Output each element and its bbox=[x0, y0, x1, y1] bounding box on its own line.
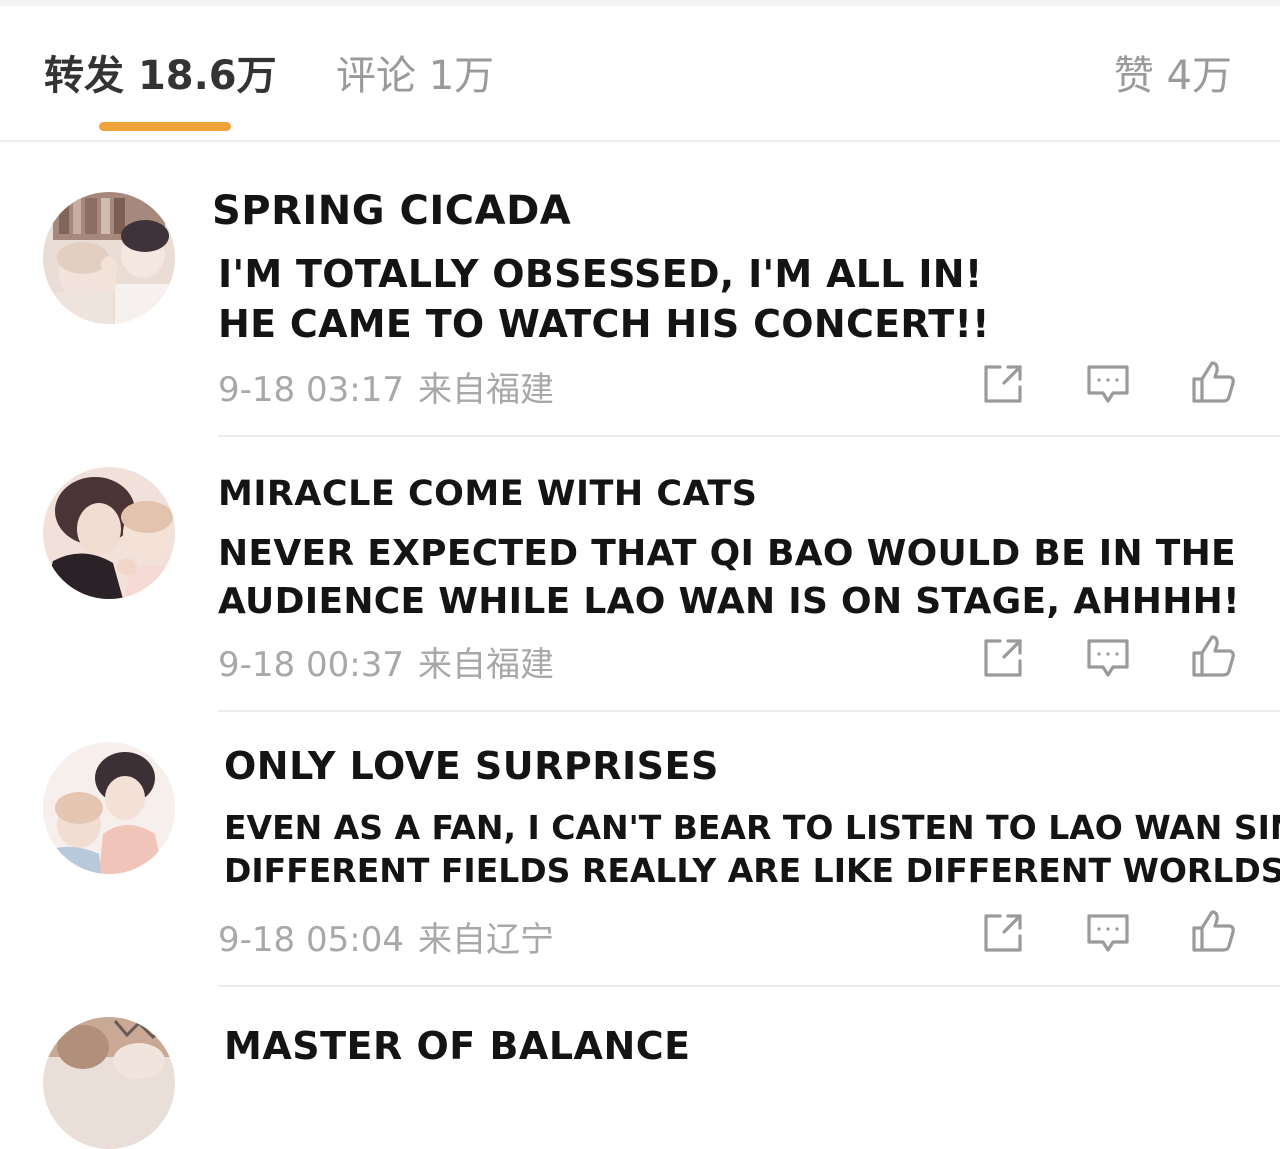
avatar[interactable] bbox=[43, 1017, 175, 1149]
comment-username[interactable]: MASTER OF BALANCE bbox=[224, 1024, 691, 1068]
tab-like[interactable]: 赞 4万 bbox=[1114, 48, 1232, 104]
avatar[interactable] bbox=[43, 467, 175, 599]
tab-repost-count: 18.6万 bbox=[137, 53, 277, 99]
tab-comment-count: 1万 bbox=[428, 53, 495, 99]
share-icon[interactable] bbox=[980, 910, 1026, 956]
comment-text-line: AUDIENCE WHILE LAO WAN IS ON STAGE, AHHH… bbox=[218, 581, 1240, 622]
comment-meta: 9-18 00:37 来自福建 bbox=[218, 637, 554, 686]
comment-divider bbox=[218, 985, 1280, 987]
comment-text-line: EVEN AS A FAN, I CAN'T BEAR TO LISTEN TO… bbox=[224, 808, 1280, 847]
comment-divider bbox=[218, 435, 1280, 437]
tab-repost[interactable]: 转发 18.6万 bbox=[44, 48, 277, 104]
comment-time: 9-18 05:04 bbox=[218, 920, 404, 960]
comment-text-line: HE CAME TO WATCH HIS CONCERT!! bbox=[218, 302, 990, 346]
tab-comment-label: 评论 bbox=[336, 53, 416, 99]
comment-username[interactable]: MIRACLE COME WITH CATS bbox=[218, 474, 757, 514]
comment-icon[interactable] bbox=[1085, 361, 1131, 407]
comment-icon[interactable] bbox=[1085, 635, 1131, 681]
thumbs-up-icon[interactable] bbox=[1190, 908, 1236, 954]
avatar[interactable] bbox=[43, 742, 175, 874]
tab-comment[interactable]: 评论 1万 bbox=[336, 48, 494, 104]
tab-bar: 转发 18.6万 评论 1万 赞 4万 bbox=[0, 6, 1280, 142]
comment-icon[interactable] bbox=[1085, 910, 1131, 956]
comment-time: 9-18 00:37 bbox=[218, 645, 404, 685]
comment-time: 9-18 03:17 bbox=[218, 370, 404, 410]
comment-username[interactable]: SPRING CICADA bbox=[212, 188, 571, 234]
comment-location: 来自辽宁 bbox=[417, 920, 554, 960]
thumbs-up-icon[interactable] bbox=[1190, 359, 1236, 405]
comment-text-line: DIFFERENT FIELDS REALLY ARE LIKE DIFFERE… bbox=[224, 851, 1280, 890]
tab-repost-label: 转发 bbox=[44, 53, 124, 99]
comment-divider bbox=[218, 710, 1280, 712]
share-icon[interactable] bbox=[980, 361, 1026, 407]
comment-location: 来自福建 bbox=[417, 645, 554, 685]
thumbs-up-icon[interactable] bbox=[1190, 633, 1236, 679]
comment-text-line: NEVER EXPECTED THAT QI BAO WOULD BE IN T… bbox=[218, 533, 1236, 574]
comment-location: 来自福建 bbox=[417, 370, 554, 410]
comment-meta: 9-18 05:04 来自辽宁 bbox=[218, 912, 554, 961]
share-icon[interactable] bbox=[980, 635, 1026, 681]
tab-like-count: 4万 bbox=[1166, 53, 1232, 99]
avatar[interactable] bbox=[43, 192, 175, 324]
active-tab-indicator bbox=[99, 122, 231, 131]
comment-text-line: I'M TOTALLY OBSESSED, I'M ALL IN! bbox=[218, 252, 983, 296]
comment-username[interactable]: ONLY LOVE SURPRISES bbox=[224, 744, 719, 788]
tab-like-label: 赞 bbox=[1113, 53, 1154, 99]
comment-meta: 9-18 03:17 来自福建 bbox=[218, 362, 554, 411]
